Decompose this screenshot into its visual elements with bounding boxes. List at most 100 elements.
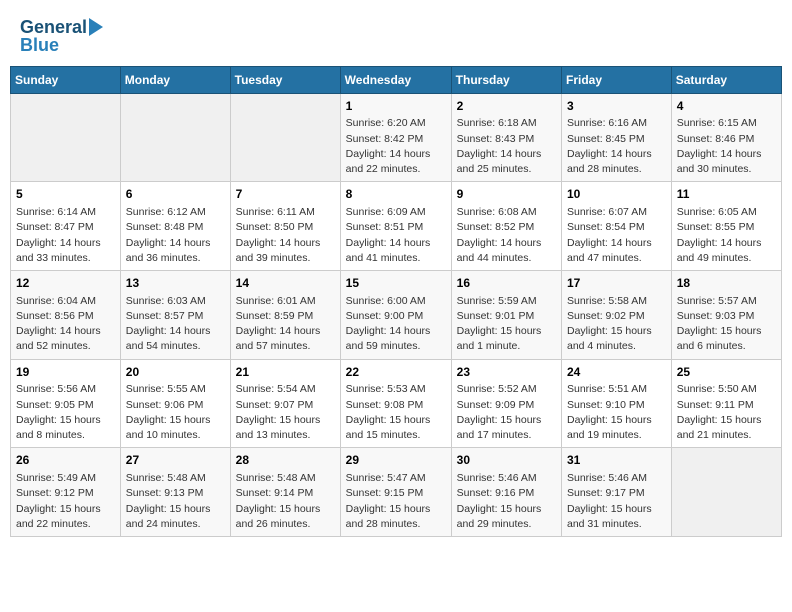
day-info: Sunrise: 6:01 AMSunset: 8:59 PMDaylight:… bbox=[236, 294, 335, 355]
day-number: 27 bbox=[126, 452, 225, 469]
calendar-cell: 2Sunrise: 6:18 AMSunset: 8:43 PMDaylight… bbox=[451, 93, 561, 182]
day-info: Sunrise: 6:12 AMSunset: 8:48 PMDaylight:… bbox=[126, 205, 225, 266]
day-number: 30 bbox=[457, 452, 556, 469]
day-info: Sunrise: 6:05 AMSunset: 8:55 PMDaylight:… bbox=[677, 205, 776, 266]
logo-blue-text: Blue bbox=[20, 36, 59, 56]
day-number: 28 bbox=[236, 452, 335, 469]
day-number: 11 bbox=[677, 186, 776, 203]
day-number: 20 bbox=[126, 364, 225, 381]
calendar-cell: 24Sunrise: 5:51 AMSunset: 9:10 PMDayligh… bbox=[562, 359, 672, 448]
day-number: 6 bbox=[126, 186, 225, 203]
logo: General Blue bbox=[20, 18, 103, 56]
calendar-cell: 1Sunrise: 6:20 AMSunset: 8:42 PMDaylight… bbox=[340, 93, 451, 182]
calendar-cell: 18 Sunrise: 5:57 AMSunset: 9:03 PMDayligh… bbox=[671, 270, 781, 359]
day-info: Sunrise: 5:46 AMSunset: 9:16 PMDaylight:… bbox=[457, 471, 556, 532]
day-info: Sunrise: 6:15 AMSunset: 8:46 PMDaylight:… bbox=[677, 116, 776, 177]
day-number: 13 bbox=[126, 275, 225, 292]
calendar-header-friday: Friday bbox=[562, 66, 672, 93]
day-info: Sunrise: 5:59 AMSunset: 9:01 PMDaylight:… bbox=[457, 294, 556, 355]
day-info: Sunrise: 6:08 AMSunset: 8:52 PMDaylight:… bbox=[457, 205, 556, 266]
day-number: 25 bbox=[677, 364, 776, 381]
calendar-cell: 23Sunrise: 5:52 AMSunset: 9:09 PMDayligh… bbox=[451, 359, 561, 448]
calendar-cell: 31 Sunrise: 5:46 AMSunset: 9:17 PMDayligh… bbox=[562, 448, 672, 537]
day-info: Sunrise: 6:16 AMSunset: 8:45 PMDaylight:… bbox=[567, 116, 666, 177]
calendar-cell: 6 Sunrise: 6:12 AMSunset: 8:48 PMDaylight… bbox=[120, 182, 230, 271]
calendar-header-saturday: Saturday bbox=[671, 66, 781, 93]
page-header: General Blue bbox=[10, 10, 782, 60]
calendar-cell: 26 Sunrise: 5:49 AMSunset: 9:12 PMDayligh… bbox=[11, 448, 121, 537]
day-number: 15 bbox=[346, 275, 446, 292]
day-number: 21 bbox=[236, 364, 335, 381]
logo-arrow-icon bbox=[89, 18, 103, 36]
calendar-table: SundayMondayTuesdayWednesdayThursdayFrid… bbox=[10, 66, 782, 537]
calendar-cell: 12 Sunrise: 6:04 AMSunset: 8:56 PMDayligh… bbox=[11, 270, 121, 359]
day-number: 10 bbox=[567, 186, 666, 203]
calendar-cell: 11 Sunrise: 6:05 AMSunset: 8:55 PMDayligh… bbox=[671, 182, 781, 271]
day-info: Sunrise: 5:55 AMSunset: 9:06 PMDaylight:… bbox=[126, 382, 225, 443]
calendar-header-sunday: Sunday bbox=[11, 66, 121, 93]
day-number: 18 bbox=[677, 275, 776, 292]
calendar-week-row: 1Sunrise: 6:20 AMSunset: 8:42 PMDaylight… bbox=[11, 93, 782, 182]
day-number: 12 bbox=[16, 275, 115, 292]
calendar-week-row: 5 Sunrise: 6:14 AMSunset: 8:47 PMDaylight… bbox=[11, 182, 782, 271]
calendar-cell: 16Sunrise: 5:59 AMSunset: 9:01 PMDayligh… bbox=[451, 270, 561, 359]
calendar-cell bbox=[120, 93, 230, 182]
calendar-cell: 17Sunrise: 5:58 AMSunset: 9:02 PMDayligh… bbox=[562, 270, 672, 359]
day-number: 2 bbox=[457, 98, 556, 115]
calendar-header-row: SundayMondayTuesdayWednesdayThursdayFrid… bbox=[11, 66, 782, 93]
day-number: 5 bbox=[16, 186, 115, 203]
calendar-week-row: 12 Sunrise: 6:04 AMSunset: 8:56 PMDayligh… bbox=[11, 270, 782, 359]
calendar-header-thursday: Thursday bbox=[451, 66, 561, 93]
calendar-week-row: 19Sunrise: 5:56 AMSunset: 9:05 PMDayligh… bbox=[11, 359, 782, 448]
day-info: Sunrise: 6:00 AMSunset: 9:00 PMDaylight:… bbox=[346, 294, 446, 355]
day-info: Sunrise: 5:46 AMSunset: 9:17 PMDaylight:… bbox=[567, 471, 666, 532]
calendar-cell: 27Sunrise: 5:48 AMSunset: 9:13 PMDayligh… bbox=[120, 448, 230, 537]
day-info: Sunrise: 5:49 AMSunset: 9:12 PMDaylight:… bbox=[16, 471, 115, 532]
calendar-cell bbox=[230, 93, 340, 182]
calendar-cell: 14Sunrise: 6:01 AMSunset: 8:59 PMDayligh… bbox=[230, 270, 340, 359]
day-info: Sunrise: 6:04 AMSunset: 8:56 PMDaylight:… bbox=[16, 294, 115, 355]
calendar-cell: 7 Sunrise: 6:11 AMSunset: 8:50 PMDaylight… bbox=[230, 182, 340, 271]
day-info: Sunrise: 6:20 AMSunset: 8:42 PMDaylight:… bbox=[346, 116, 446, 177]
calendar-cell bbox=[671, 448, 781, 537]
day-number: 3 bbox=[567, 98, 666, 115]
day-number: 9 bbox=[457, 186, 556, 203]
calendar-cell: 3Sunrise: 6:16 AMSunset: 8:45 PMDaylight… bbox=[562, 93, 672, 182]
calendar-cell: 5 Sunrise: 6:14 AMSunset: 8:47 PMDaylight… bbox=[11, 182, 121, 271]
calendar-week-row: 26 Sunrise: 5:49 AMSunset: 9:12 PMDayligh… bbox=[11, 448, 782, 537]
day-number: 4 bbox=[677, 98, 776, 115]
day-info: Sunrise: 5:48 AMSunset: 9:14 PMDaylight:… bbox=[236, 471, 335, 532]
calendar-cell: 21Sunrise: 5:54 AMSunset: 9:07 PMDayligh… bbox=[230, 359, 340, 448]
day-info: Sunrise: 6:14 AMSunset: 8:47 PMDaylight:… bbox=[16, 205, 115, 266]
day-info: Sunrise: 5:57 AMSunset: 9:03 PMDaylight:… bbox=[677, 294, 776, 355]
calendar-cell: 19Sunrise: 5:56 AMSunset: 9:05 PMDayligh… bbox=[11, 359, 121, 448]
calendar-cell: 25Sunrise: 5:50 AMSunset: 9:11 PMDayligh… bbox=[671, 359, 781, 448]
day-number: 24 bbox=[567, 364, 666, 381]
day-info: Sunrise: 5:50 AMSunset: 9:11 PMDaylight:… bbox=[677, 382, 776, 443]
day-number: 1 bbox=[346, 98, 446, 115]
calendar-cell: 20Sunrise: 5:55 AMSunset: 9:06 PMDayligh… bbox=[120, 359, 230, 448]
day-info: Sunrise: 6:11 AMSunset: 8:50 PMDaylight:… bbox=[236, 205, 335, 266]
day-number: 22 bbox=[346, 364, 446, 381]
day-number: 19 bbox=[16, 364, 115, 381]
day-info: Sunrise: 6:07 AMSunset: 8:54 PMDaylight:… bbox=[567, 205, 666, 266]
day-number: 31 bbox=[567, 452, 666, 469]
calendar-cell: 22Sunrise: 5:53 AMSunset: 9:08 PMDayligh… bbox=[340, 359, 451, 448]
day-info: Sunrise: 6:03 AMSunset: 8:57 PMDaylight:… bbox=[126, 294, 225, 355]
calendar-cell: 8Sunrise: 6:09 AMSunset: 8:51 PMDaylight… bbox=[340, 182, 451, 271]
calendar-cell: 15 Sunrise: 6:00 AMSunset: 9:00 PMDayligh… bbox=[340, 270, 451, 359]
day-number: 26 bbox=[16, 452, 115, 469]
day-number: 23 bbox=[457, 364, 556, 381]
day-info: Sunrise: 5:58 AMSunset: 9:02 PMDaylight:… bbox=[567, 294, 666, 355]
calendar-cell: 30 Sunrise: 5:46 AMSunset: 9:16 PMDayligh… bbox=[451, 448, 561, 537]
calendar-cell: 28 Sunrise: 5:48 AMSunset: 9:14 PMDayligh… bbox=[230, 448, 340, 537]
day-info: Sunrise: 5:53 AMSunset: 9:08 PMDaylight:… bbox=[346, 382, 446, 443]
calendar-cell: 9 Sunrise: 6:08 AMSunset: 8:52 PMDaylight… bbox=[451, 182, 561, 271]
calendar-cell bbox=[11, 93, 121, 182]
day-info: Sunrise: 5:52 AMSunset: 9:09 PMDaylight:… bbox=[457, 382, 556, 443]
day-info: Sunrise: 5:56 AMSunset: 9:05 PMDaylight:… bbox=[16, 382, 115, 443]
day-number: 8 bbox=[346, 186, 446, 203]
calendar-cell: 29Sunrise: 5:47 AMSunset: 9:15 PMDayligh… bbox=[340, 448, 451, 537]
calendar-cell: 4Sunrise: 6:15 AMSunset: 8:46 PMDaylight… bbox=[671, 93, 781, 182]
day-number: 7 bbox=[236, 186, 335, 203]
